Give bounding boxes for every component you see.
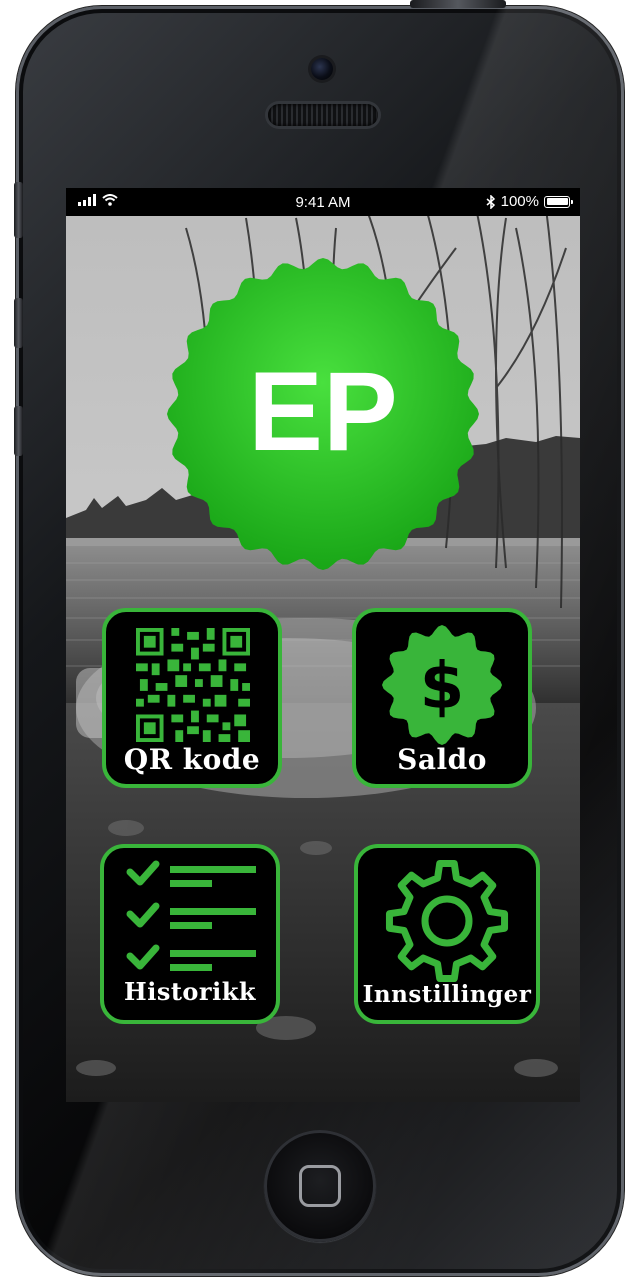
qr-code-button[interactable]: QR kode [102, 608, 282, 788]
gear-icon [385, 859, 509, 983]
saldo-button[interactable]: $ Saldo [352, 608, 532, 788]
power-button [410, 0, 506, 8]
app-screen: 9:41 AM 100% EP QR kode $ Saldo Historik… [66, 188, 580, 1102]
saldo-label: Saldo [397, 743, 487, 776]
innstillinger-label: Innstillinger [362, 981, 532, 1008]
volume-down-button [14, 406, 23, 456]
logo-text: EP [248, 349, 397, 474]
qr-code-label: QR kode [123, 743, 261, 776]
mute-switch [14, 182, 23, 238]
front-camera [311, 58, 333, 80]
historikk-label: Historikk [124, 977, 256, 1006]
svg-text:$: $ [420, 650, 465, 724]
home-button[interactable] [264, 1130, 376, 1242]
home-square-icon [299, 1165, 341, 1207]
ep-logo: EP [167, 258, 479, 570]
status-right: 100% [486, 193, 573, 210]
volume-up-button [14, 298, 23, 348]
historikk-button[interactable]: Historikk [100, 844, 280, 1024]
checklist-icon [126, 860, 256, 971]
earpiece-speaker [268, 104, 378, 126]
bluetooth-icon [486, 194, 495, 209]
battery-icon [544, 195, 573, 208]
dollar-badge-icon: $ [382, 625, 502, 745]
battery-percent: 100% [500, 193, 539, 210]
qr-code-icon [136, 628, 250, 742]
status-bar: 9:41 AM 100% [66, 188, 580, 216]
innstillinger-button[interactable]: Innstillinger [354, 844, 540, 1024]
